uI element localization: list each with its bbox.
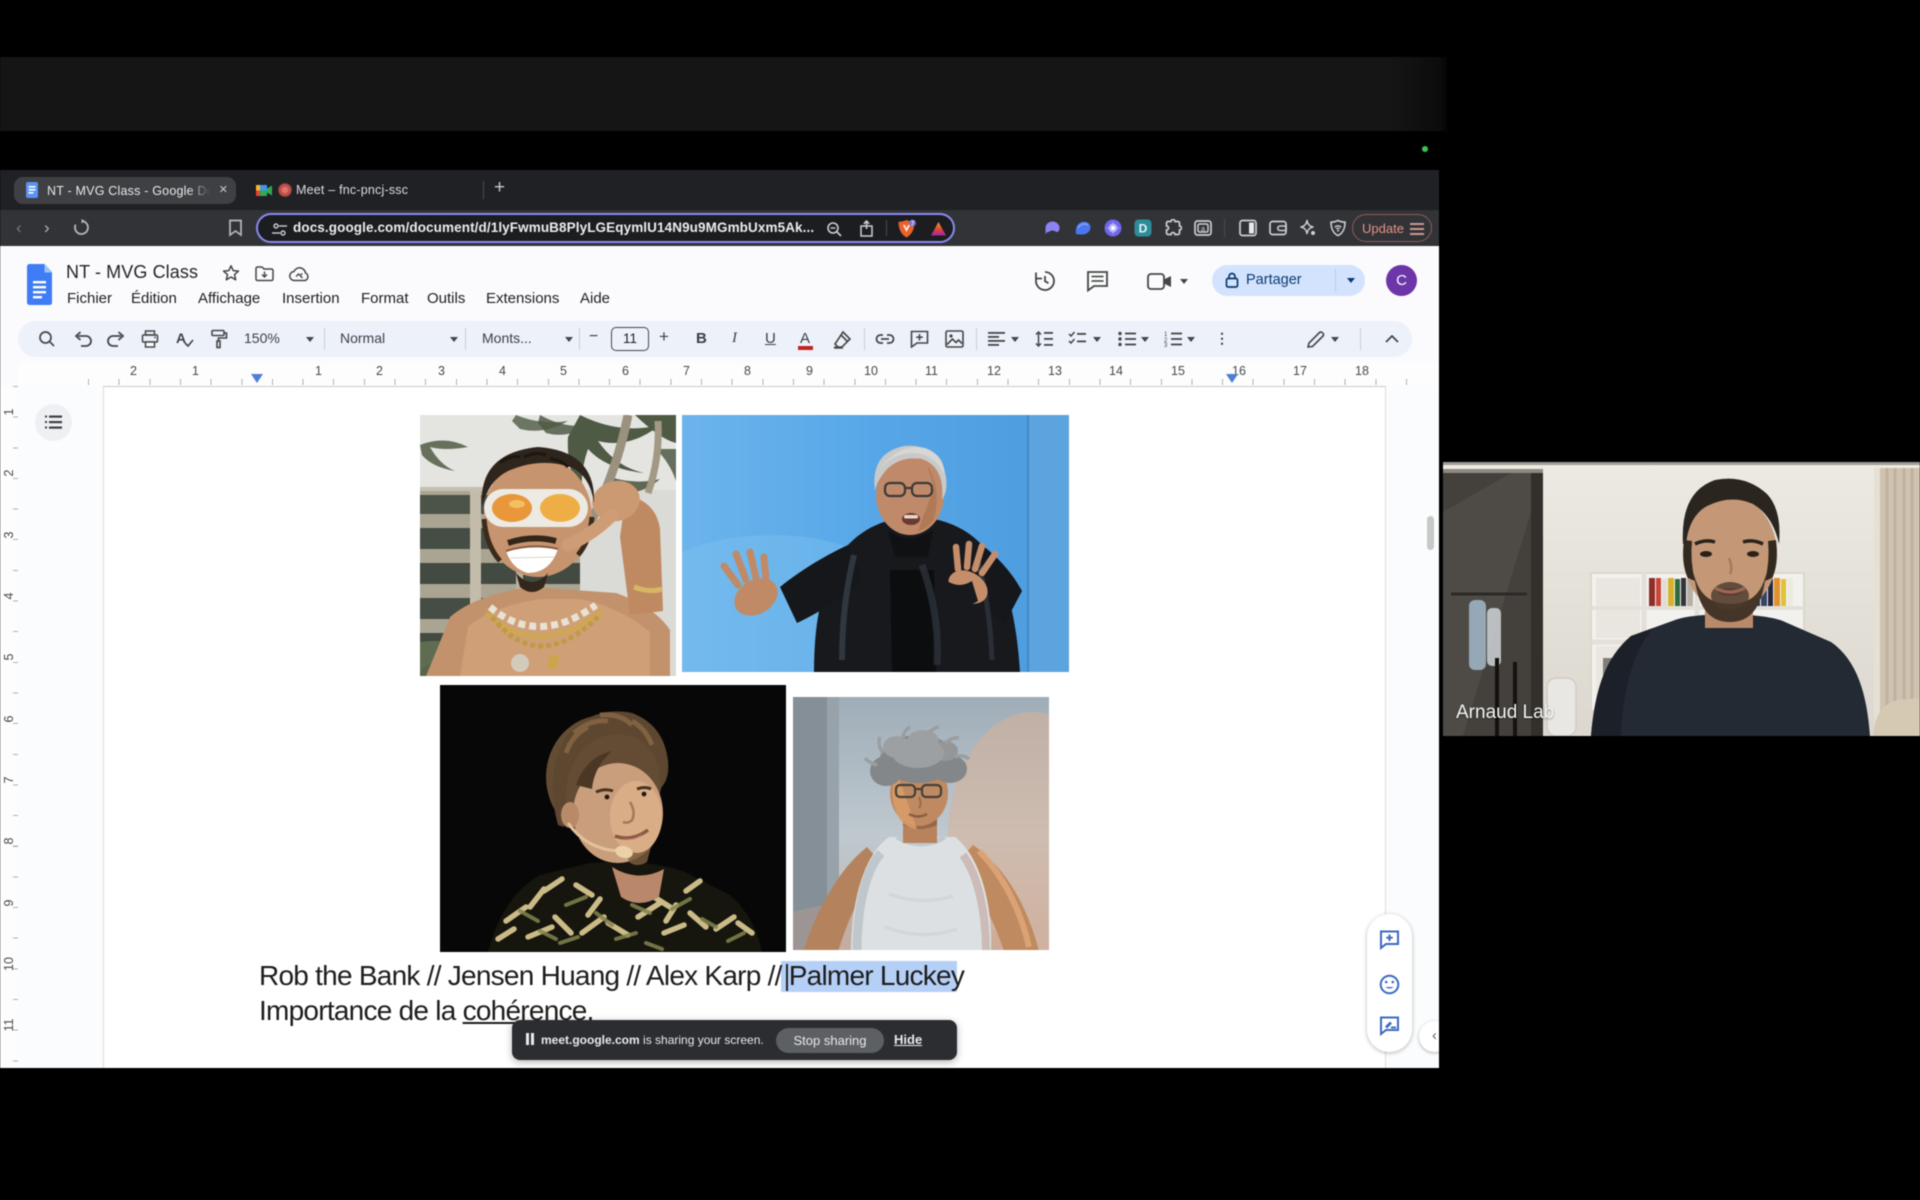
svg-text:3: 3	[1164, 343, 1168, 347]
svg-text:D: D	[1139, 222, 1148, 236]
svg-text:7: 7	[911, 220, 915, 227]
